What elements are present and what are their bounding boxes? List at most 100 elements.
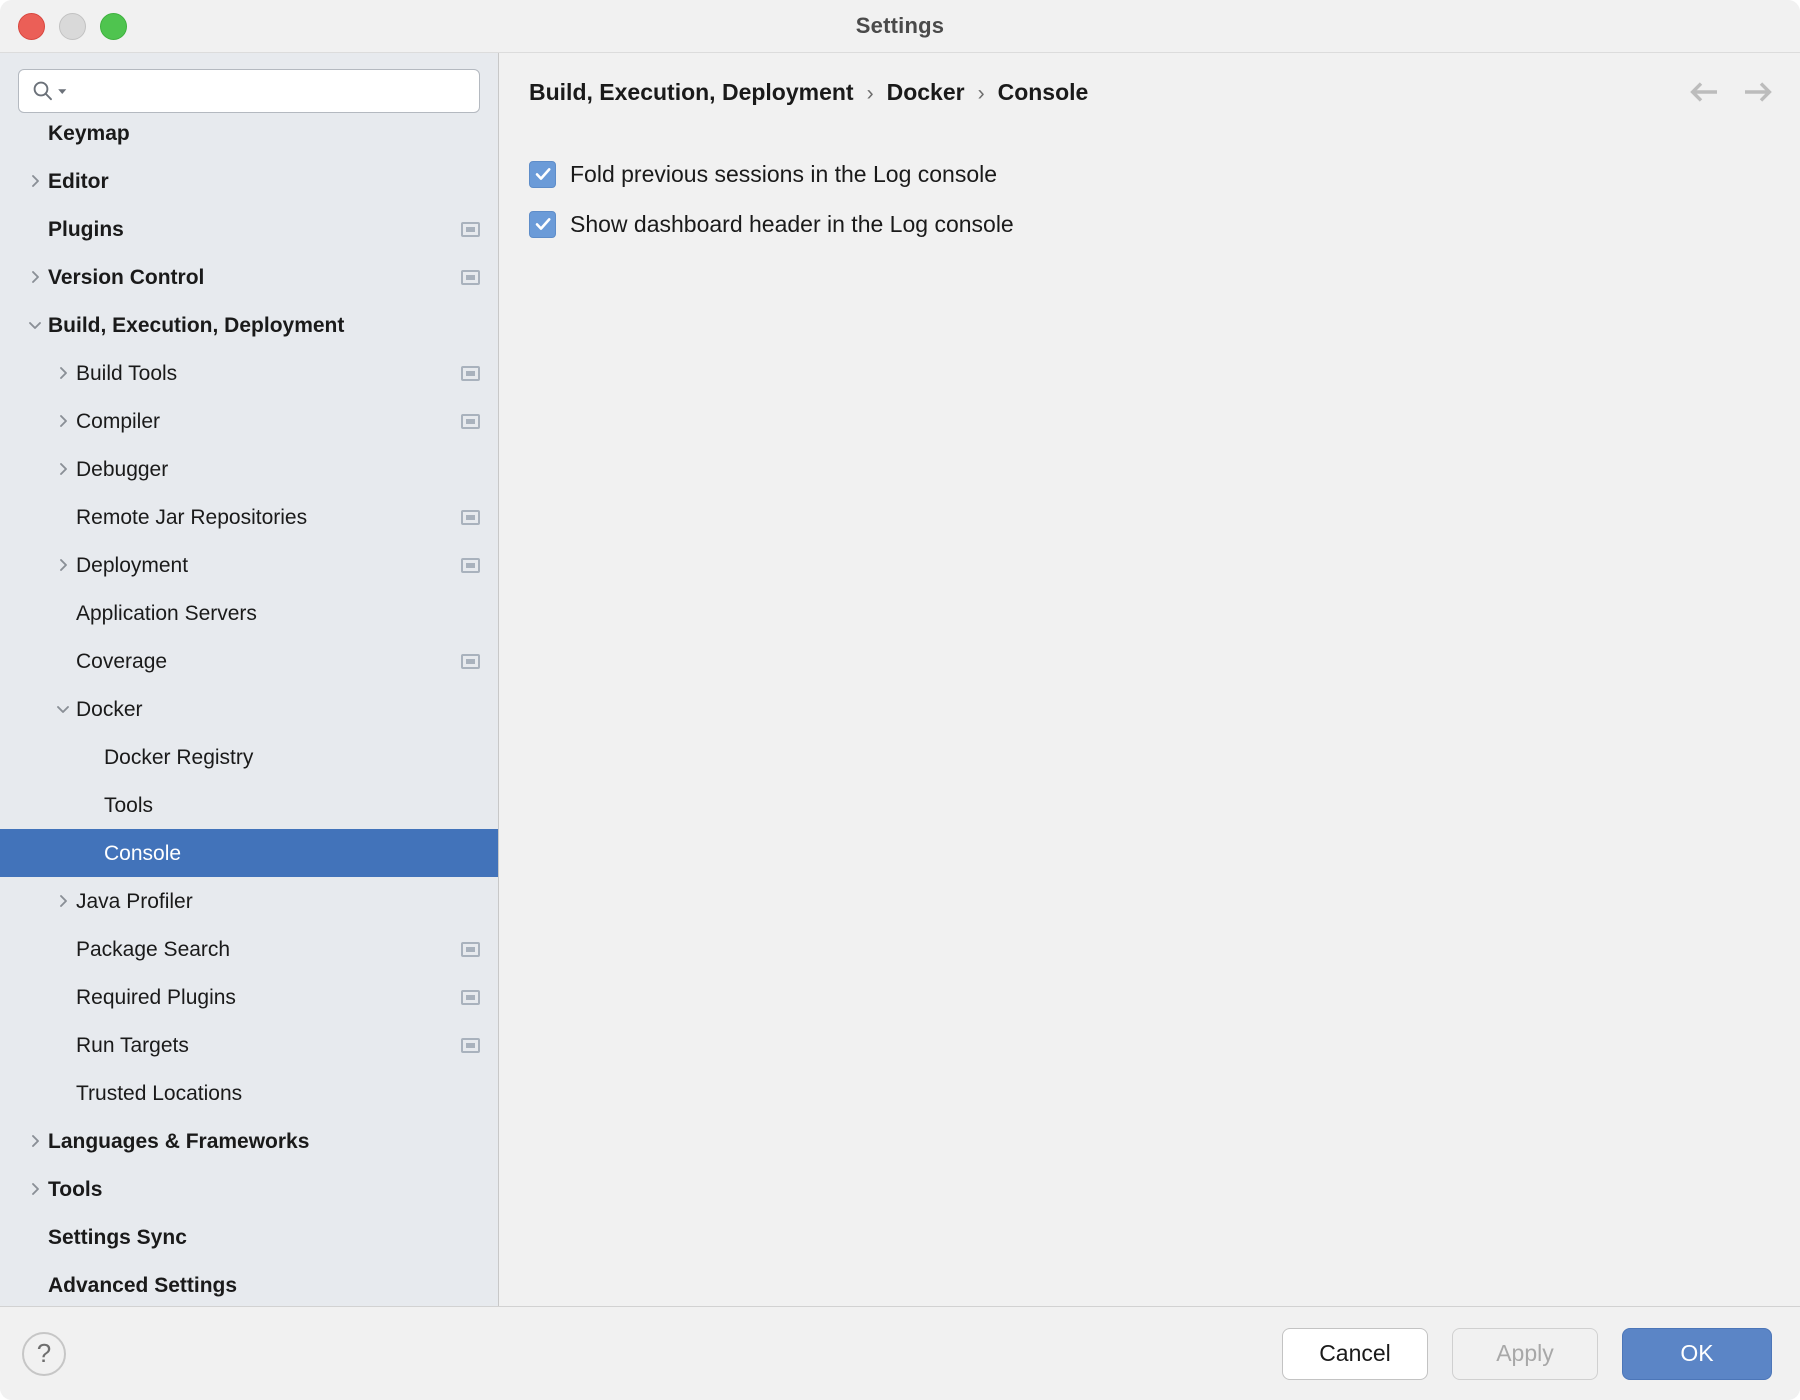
sidebar-item-label: Debugger: [76, 457, 169, 481]
arrow-right-icon[interactable]: [1742, 77, 1772, 107]
sidebar-item-label: Run Targets: [76, 1033, 189, 1057]
project-scope-badge-icon: [461, 269, 480, 285]
chevron-right-icon[interactable]: [22, 1180, 48, 1198]
checkbox-label: Fold previous sessions in the Log consol…: [570, 160, 998, 187]
apply-button[interactable]: Apply: [1452, 1327, 1598, 1380]
settings-content: Fold previous sessions in the Log consol…: [499, 131, 1800, 1306]
sidebar-item-label: Languages & Frameworks: [48, 1129, 310, 1153]
sidebar-item-label: Tools: [48, 1177, 103, 1201]
help-button[interactable]: ?: [22, 1331, 66, 1376]
search-container: [0, 53, 498, 125]
sidebar-item-run-targets[interactable]: Run Targets: [0, 1021, 498, 1069]
project-scope-badge-icon: [461, 365, 480, 381]
sidebar-item-label: Package Search: [76, 937, 231, 961]
sidebar-item-label: Java Profiler: [76, 889, 193, 913]
sidebar-item-plugins[interactable]: Plugins: [0, 205, 498, 253]
settings-sidebar: Keymap Editor Plugins Version Control Build,…: [0, 53, 499, 1306]
breadcrumb-item[interactable]: Build, Execution, Deployment: [529, 79, 854, 106]
sidebar-item-label: Tools: [104, 793, 154, 817]
breadcrumb-separator: ›: [977, 81, 985, 105]
settings-window: Settings Keymap Editor Plugins Version C…: [0, 0, 1800, 1400]
sidebar-item-label: Deployment: [76, 553, 189, 577]
checkbox-label: Show dashboard header in the Log console: [570, 210, 1014, 237]
traffic-light-controls: [0, 12, 127, 40]
sidebar-item-application-servers[interactable]: Application Servers: [0, 589, 498, 637]
sidebar-item-label: Application Servers: [76, 601, 257, 625]
checkbox-row[interactable]: Fold previous sessions in the Log consol…: [529, 149, 1770, 199]
sidebar-item-label: Compiler: [76, 409, 161, 433]
checkbox-checked[interactable]: [529, 210, 556, 238]
breadcrumb: Build, Execution, Deployment › Docker › Cons…: [529, 79, 1088, 106]
sidebar-item-tools[interactable]: Tools: [0, 781, 498, 829]
sidebar-item-console[interactable]: Console: [0, 829, 498, 877]
sidebar-item-build-tools[interactable]: Build Tools: [0, 349, 498, 397]
sidebar-item-label: Build, Execution, Deployment: [48, 313, 345, 337]
maximize-window-button[interactable]: [100, 12, 127, 40]
sidebar-item-advanced-settings[interactable]: Advanced Settings: [0, 1261, 498, 1306]
sidebar-item-tools[interactable]: Tools: [0, 1165, 498, 1213]
sidebar-item-label: Required Plugins: [76, 985, 236, 1009]
sidebar-item-label: Coverage: [76, 649, 168, 673]
chevron-right-icon[interactable]: [50, 412, 76, 430]
sidebar-item-version-control[interactable]: Version Control: [0, 253, 498, 301]
sidebar-item-settings-sync[interactable]: Settings Sync: [0, 1213, 498, 1261]
arrow-left-icon[interactable]: [1690, 77, 1720, 107]
breadcrumb-separator: ›: [866, 81, 874, 105]
cancel-button[interactable]: Cancel: [1282, 1327, 1428, 1380]
sidebar-item-package-search[interactable]: Package Search: [0, 925, 498, 973]
sidebar-item-label: Plugins: [48, 217, 124, 241]
sidebar-item-build-execution-deployment[interactable]: Build, Execution, Deployment: [0, 301, 498, 349]
sidebar-item-compiler[interactable]: Compiler: [0, 397, 498, 445]
breadcrumb-item: Console: [997, 78, 1089, 105]
sidebar-item-languages-frameworks[interactable]: Languages & Frameworks: [0, 1117, 498, 1165]
search-box[interactable]: [18, 69, 480, 113]
chevron-right-icon[interactable]: [50, 892, 76, 910]
sidebar-item-required-plugins[interactable]: Required Plugins: [0, 973, 498, 1021]
chevron-right-icon[interactable]: [22, 268, 48, 286]
sidebar-item-docker[interactable]: Docker: [0, 685, 498, 733]
title-bar: Settings: [0, 0, 1800, 52]
search-input[interactable]: [68, 70, 467, 112]
chevron-down-icon[interactable]: [22, 316, 48, 334]
close-window-button[interactable]: [18, 12, 45, 40]
sidebar-item-label: Advanced Settings: [48, 1273, 238, 1297]
sidebar-item-trusted-locations[interactable]: Trusted Locations: [0, 1069, 498, 1117]
search-icon: [31, 79, 68, 103]
sidebar-item-keymap[interactable]: Keymap: [0, 125, 498, 157]
sidebar-item-label: Editor: [48, 169, 109, 193]
sidebar-item-coverage[interactable]: Coverage: [0, 637, 498, 685]
checkbox-row[interactable]: Show dashboard header in the Log console: [529, 199, 1770, 249]
footer-button-group: Cancel Apply OK: [1282, 1327, 1772, 1380]
sidebar-item-remote-jar-repositories[interactable]: Remote Jar Repositories: [0, 493, 498, 541]
sidebar-item-label: Docker: [76, 697, 143, 721]
breadcrumb-item[interactable]: Docker: [887, 79, 965, 106]
chevron-down-icon[interactable]: [50, 700, 76, 718]
ok-button[interactable]: OK: [1622, 1327, 1772, 1380]
sidebar-item-label: Remote Jar Repositories: [76, 505, 308, 529]
project-scope-badge-icon: [461, 653, 480, 669]
sidebar-item-editor[interactable]: Editor: [0, 157, 498, 205]
minimize-window-button[interactable]: [59, 12, 86, 40]
checkmark-icon: [535, 218, 551, 230]
chevron-right-icon[interactable]: [22, 172, 48, 190]
settings-tree[interactable]: Keymap Editor Plugins Version Control Build,…: [0, 125, 498, 1306]
dialog-footer: ? Cancel Apply OK: [0, 1306, 1800, 1400]
project-scope-badge-icon: [461, 557, 480, 573]
chevron-right-icon[interactable]: [50, 460, 76, 478]
project-scope-badge-icon: [461, 221, 480, 237]
chevron-right-icon[interactable]: [22, 1132, 48, 1150]
project-scope-badge-icon: [461, 941, 480, 957]
sidebar-item-label: Console: [104, 841, 182, 865]
window-title: Settings: [855, 13, 945, 38]
sidebar-item-debugger[interactable]: Debugger: [0, 445, 498, 493]
sidebar-item-label: Docker Registry: [104, 745, 254, 769]
chevron-right-icon[interactable]: [50, 364, 76, 382]
sidebar-item-deployment[interactable]: Deployment: [0, 541, 498, 589]
sidebar-item-java-profiler[interactable]: Java Profiler: [0, 877, 498, 925]
sidebar-item-docker-registry[interactable]: Docker Registry: [0, 733, 498, 781]
project-scope-badge-icon: [461, 1037, 480, 1053]
chevron-right-icon[interactable]: [50, 556, 76, 574]
checkbox-checked[interactable]: [529, 160, 556, 188]
project-scope-badge-icon: [461, 413, 480, 429]
sidebar-item-label: Version Control: [48, 265, 205, 289]
